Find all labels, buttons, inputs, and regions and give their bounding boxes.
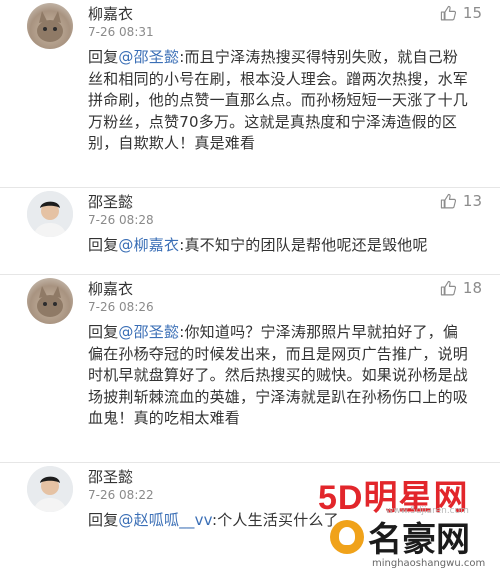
like-button[interactable]: 18 — [440, 279, 482, 297]
watermark-brand-minghao: 名豪网 — [330, 512, 470, 561]
timestamp: 7-26 08:26 — [88, 300, 154, 314]
reply-prefix: 回复 — [88, 236, 119, 254]
timestamp: 7-26 08:31 — [88, 25, 154, 39]
username[interactable]: 柳嘉衣 — [88, 278, 133, 299]
timestamp: 7-26 08:28 — [88, 213, 154, 227]
like-count: 18 — [462, 279, 482, 297]
watermark-url-minghao: minghaoshangwu.com — [372, 558, 486, 569]
comment-text: 回复@柳嘉衣:真不知宁的团队是帮他呢还是毁他呢 — [88, 235, 470, 257]
comment-text: 回复@邵圣懿:你知道吗？宁泽涛那照片早就拍好了，偏偏在孙杨夺冠的时候发出来，而且… — [88, 322, 470, 430]
avatar[interactable] — [27, 466, 73, 512]
like-button[interactable]: 15 — [440, 4, 482, 22]
like-count: 13 — [462, 192, 482, 210]
mention-link[interactable]: @邵圣懿 — [118, 48, 179, 66]
comment-item: 柳嘉衣 7-26 08:31 15 回复@邵圣懿:而且宁泽涛热搜买得特别失败，就… — [0, 0, 500, 188]
like-button[interactable]: 13 — [440, 192, 482, 210]
like-count: 15 — [462, 4, 482, 22]
avatar[interactable] — [27, 278, 73, 324]
username[interactable]: 邵圣懿 — [88, 466, 133, 487]
thumbs-up-icon — [440, 193, 456, 208]
avatar[interactable] — [27, 3, 73, 49]
thumbs-up-icon — [440, 280, 456, 295]
reply-prefix: 回复 — [88, 48, 119, 66]
username[interactable]: 柳嘉衣 — [88, 3, 133, 24]
timestamp: 7-26 08:22 — [88, 488, 154, 502]
mention-link[interactable]: @邵圣懿 — [118, 323, 179, 341]
mention-link[interactable]: @柳嘉衣 — [118, 236, 179, 254]
avatar[interactable] — [27, 191, 73, 237]
comment-item: 柳嘉衣 7-26 08:26 18 回复@邵圣懿:你知道吗？宁泽涛那照片早就拍好… — [0, 275, 500, 463]
watermark-brand-text: 名豪网 — [368, 521, 470, 559]
minghao-logo-icon — [330, 519, 364, 554]
thumbs-up-icon — [440, 5, 456, 20]
reply-prefix: 回复 — [88, 323, 119, 341]
comment-text: 回复@邵圣懿:而且宁泽涛热搜买得特别失败，就自己粉丝和相同的小号在刷，根本没人理… — [88, 47, 470, 155]
username[interactable]: 邵圣懿 — [88, 191, 133, 212]
reply-prefix: 回复 — [88, 511, 119, 529]
comment-item: 邵圣懿 7-26 08:28 13 回复@柳嘉衣:真不知宁的团队是帮他呢还是毁他… — [0, 188, 500, 275]
comment-content: :真不知宁的团队是帮他呢还是毁他呢 — [179, 236, 428, 254]
mention-link[interactable]: @赵呱呱__vv — [118, 511, 212, 529]
